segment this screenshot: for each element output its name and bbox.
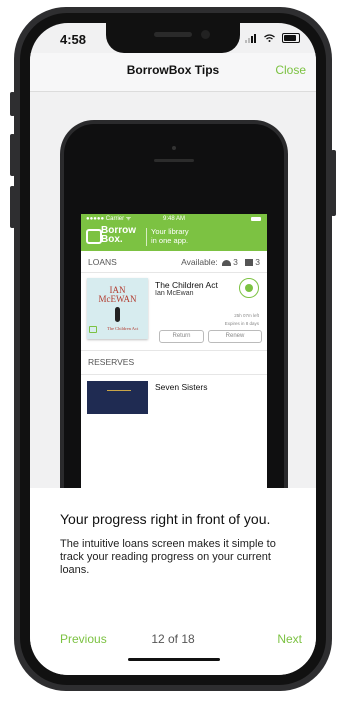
header-tagline: Your library in one app. — [151, 227, 189, 245]
cover-figure-illustration — [115, 307, 120, 322]
return-button: Return — [159, 330, 204, 343]
volume-up-button — [10, 134, 15, 176]
notch — [106, 23, 240, 53]
headphones-icon — [222, 259, 232, 266]
book-cover: IAN McEWAN The Children Act — [87, 278, 148, 339]
navigation-bar: BorrowBox Tips Close — [30, 53, 316, 92]
tagline-line-1: Your library — [151, 227, 189, 236]
loans-section-header: LOANS Available: 3 3 — [81, 251, 267, 273]
speaker-grille — [154, 32, 192, 37]
signal-icon — [245, 32, 257, 43]
battery-icon — [282, 32, 300, 43]
wifi-icon — [264, 33, 276, 42]
loan-item: IAN McEWAN The Children Act The Children… — [81, 272, 267, 351]
available-label: Available: — [181, 257, 218, 267]
cover-author-line-2: McEWAN — [98, 294, 137, 304]
power-button — [331, 150, 336, 216]
borrowbox-logo-text: Borrow Box. — [101, 226, 136, 245]
book-icon — [244, 259, 254, 267]
audiobook-badge-icon — [239, 278, 259, 298]
header-divider — [146, 228, 147, 246]
illustration-time: 9:48 AM — [162, 216, 185, 222]
reserves-section-header: RESERVES — [81, 350, 267, 375]
illustration-status-bar: ●●●●● Carrier ᯤ 9:48 AM — [81, 214, 267, 224]
tip-description: The intuitive loans screen makes it simp… — [60, 538, 276, 576]
cover-sticker-icon — [89, 326, 97, 333]
status-time: 4:58 — [60, 32, 87, 47]
audio-count: 3 — [233, 257, 238, 267]
next-button[interactable]: Next — [277, 632, 302, 646]
loans-label: LOANS — [88, 257, 117, 267]
available-counts: Available: 3 3 — [181, 257, 260, 267]
tagline-line-2: in one app. — [151, 236, 189, 245]
tip-illustration: ●●●●● Carrier ᯤ 9:48 AM Borrow Box. Your… — [30, 92, 316, 488]
logo-line-2: Box. — [101, 234, 123, 245]
phone-screen: 4:58 BorrowBox Tips Close ●●●●● Carrier … — [30, 23, 316, 675]
volume-down-button — [10, 186, 15, 228]
illustration-camera — [172, 146, 176, 150]
time-left: 25h 07m left — [234, 313, 259, 318]
illustration-phone-frame: ●●●●● Carrier ᯤ 9:48 AM Borrow Box. Your… — [60, 120, 288, 488]
tip-content-card: Your progress right in front of you. The… — [30, 488, 316, 675]
status-icons — [245, 32, 300, 43]
home-indicator[interactable] — [128, 658, 220, 661]
page-indicator: 12 of 18 — [151, 632, 195, 646]
page-title: BorrowBox Tips — [126, 63, 220, 77]
borrowbox-logo-icon — [86, 229, 102, 244]
close-button[interactable]: Close — [275, 63, 306, 77]
mute-switch — [10, 92, 15, 116]
renew-button: Renew — [208, 330, 262, 343]
loan-author: Ian McEwan — [155, 290, 194, 297]
expires-text: Expires in 8 days — [224, 321, 259, 326]
loan-title: The Children Act — [155, 280, 218, 290]
illustration-app-header: Borrow Box. Your library in one app. — [81, 224, 267, 251]
reserve-title: Seven Sisters — [155, 382, 208, 392]
reserve-book-cover — [87, 381, 148, 414]
illustration-speaker — [154, 159, 194, 162]
front-camera — [201, 30, 210, 39]
ebook-count: 3 — [255, 257, 260, 267]
illustration-phone-face: ●●●●● Carrier ᯤ 9:48 AM Borrow Box. Your… — [64, 124, 284, 488]
tip-headline: Your progress right in front of you. — [60, 511, 271, 527]
illustration-battery-icon — [251, 217, 261, 221]
illustration-screen: ●●●●● Carrier ᯤ 9:48 AM Borrow Box. Your… — [81, 214, 267, 488]
reserve-item: Seven Sisters — [81, 374, 267, 414]
reserves-label: RESERVES — [88, 357, 135, 367]
cover-title: The Children Act — [107, 326, 139, 331]
